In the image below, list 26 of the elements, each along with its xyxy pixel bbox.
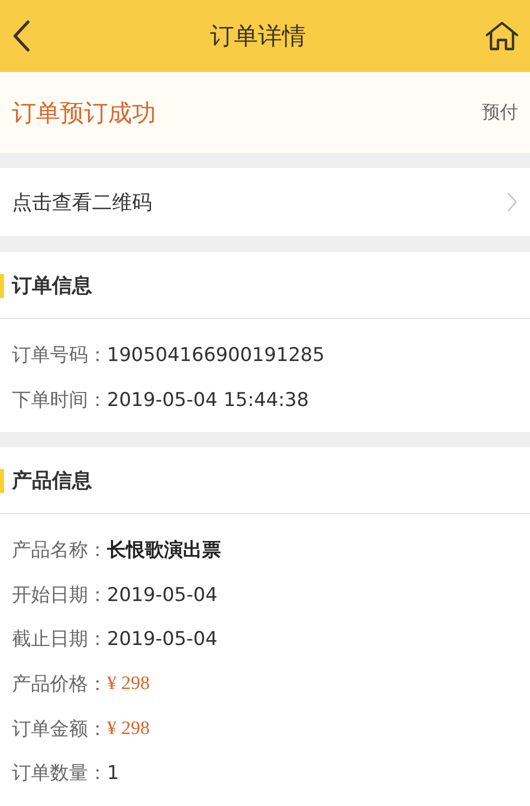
- field-label: 订单数量：: [12, 761, 107, 786]
- chevron-right-icon: [506, 191, 518, 213]
- field-label: 开始日期：: [12, 582, 107, 608]
- status-message: 订单预订成功: [12, 98, 156, 128]
- field-value: 1: [107, 761, 120, 786]
- section-title: 订单信息: [12, 272, 92, 299]
- home-button[interactable]: [484, 20, 520, 52]
- field-value: 2019-05-04 15:44:38: [107, 388, 309, 413]
- field-value: ¥ 298: [107, 716, 150, 741]
- section-title: 产品信息: [12, 467, 92, 494]
- field-value: 190504166900191285: [107, 343, 325, 368]
- page-title: 订单详情: [210, 21, 306, 52]
- payment-type: 预付: [482, 101, 518, 125]
- field-value: 2019-05-04: [107, 582, 218, 608]
- field-label: 下单时间：: [12, 388, 107, 413]
- field-value: ¥ 298: [107, 672, 150, 696]
- field-label: 产品价格：: [12, 672, 107, 698]
- accent-bar: [0, 274, 4, 298]
- field-value: 2019-05-04: [107, 627, 218, 652]
- field-value: 长恨歌演出票: [107, 538, 221, 564]
- field-label: 截止日期：: [12, 627, 107, 652]
- field-label: 产品名称：: [12, 538, 107, 564]
- field-label: 订单金额：: [12, 716, 107, 742]
- field-label: 订单号码：: [12, 343, 107, 368]
- accent-bar: [0, 469, 4, 494]
- qr-code-link[interactable]: 点击查看二维码: [0, 168, 530, 236]
